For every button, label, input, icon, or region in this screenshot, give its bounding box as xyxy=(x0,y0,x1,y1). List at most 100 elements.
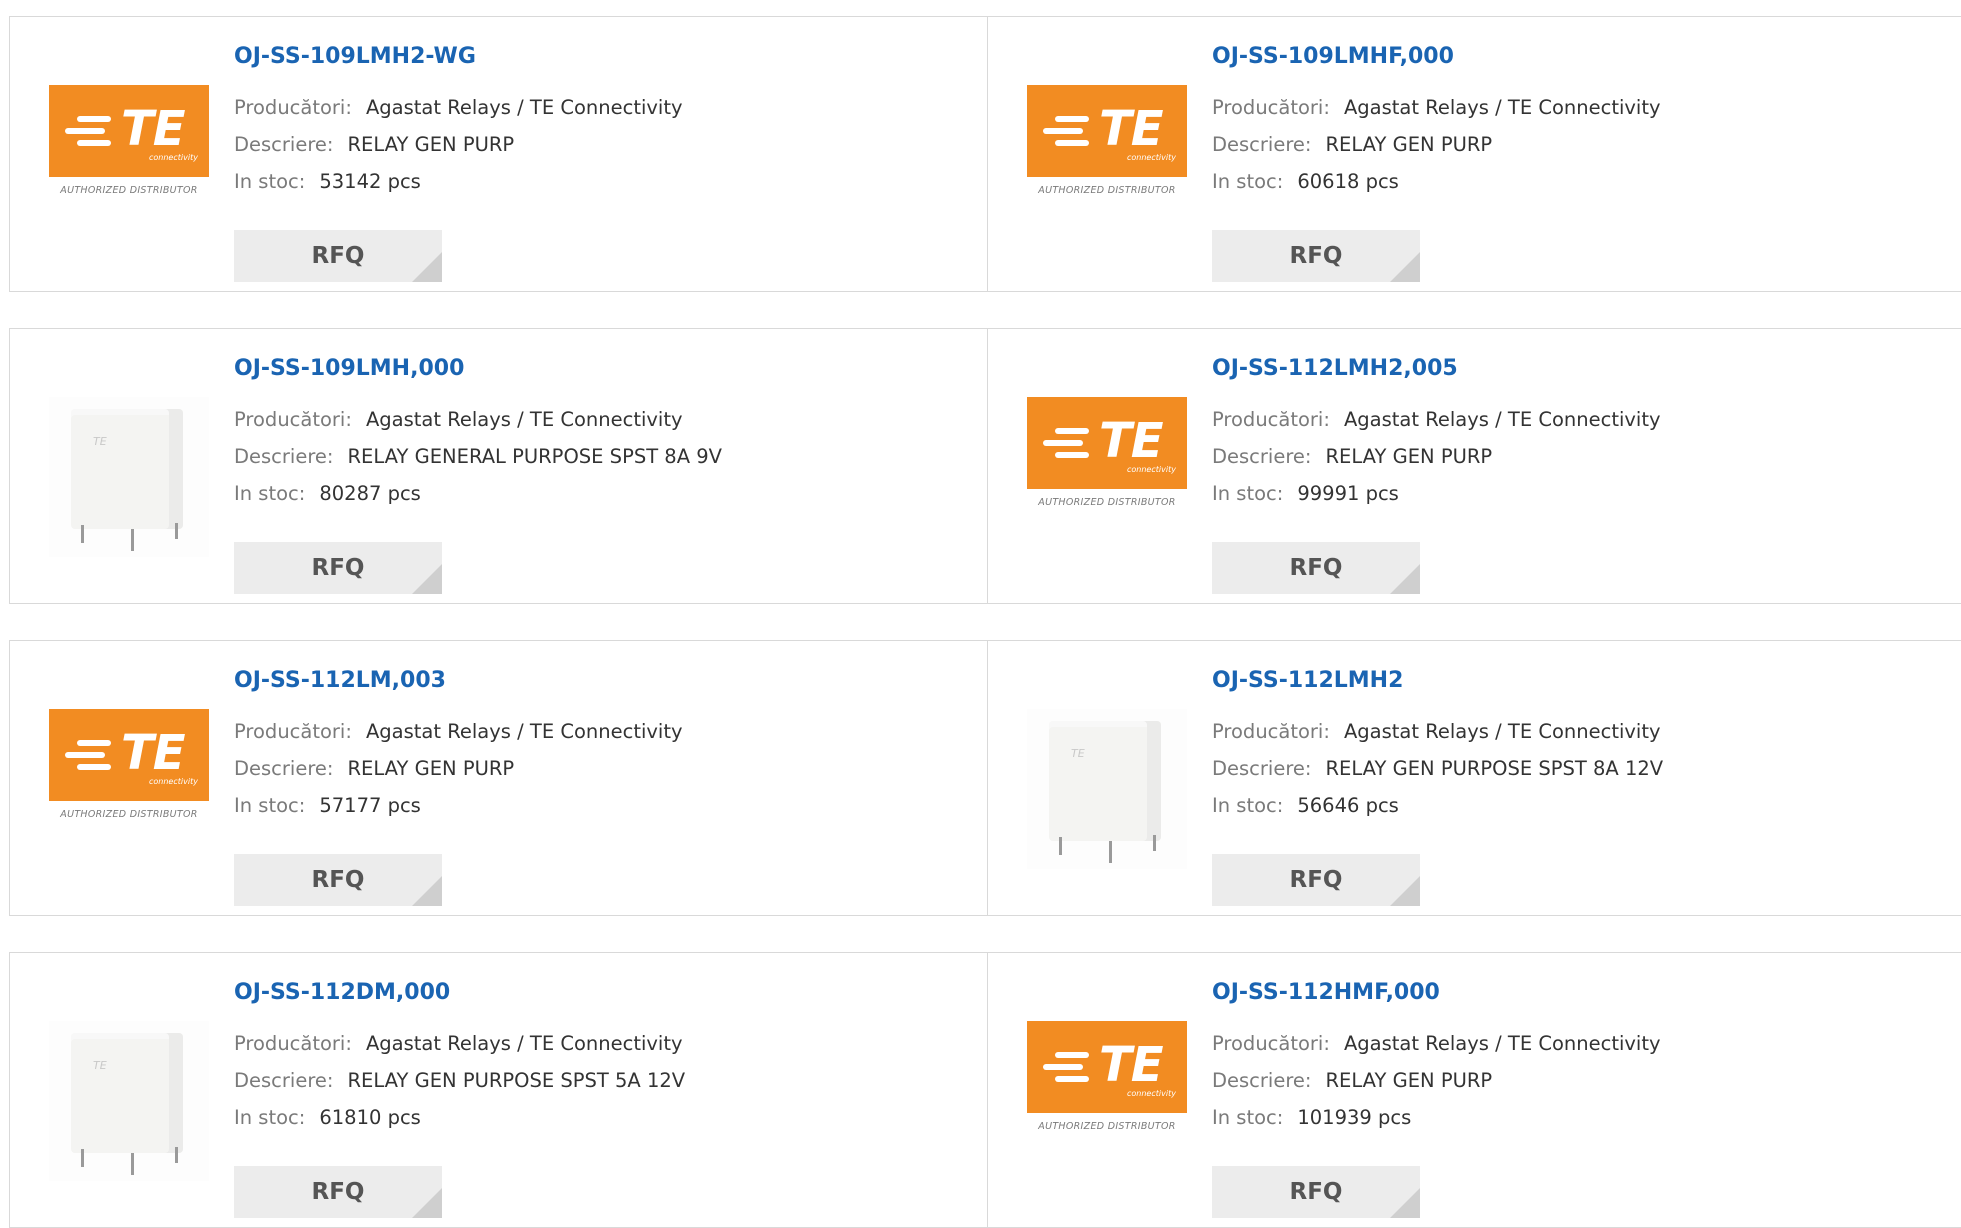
description-label: Descriere: xyxy=(1212,445,1312,468)
te-logo-subtitle: connectivity xyxy=(1127,465,1176,474)
product-thumbnail[interactable]: TE xyxy=(49,1021,209,1181)
rfq-button-label: RFQ xyxy=(1289,1179,1343,1205)
product-thumbnail[interactable]: TE connectivity AUTHORIZED DISTRIBUTOR xyxy=(49,709,209,869)
rfq-button[interactable]: RFQ xyxy=(1212,230,1420,282)
product-card: TE OJ-SS-109LMH,000 Producători: Agastat Re… xyxy=(9,328,989,604)
product-part-number-link[interactable]: OJ-SS-112LMH2,005 xyxy=(1212,356,1458,381)
product-card: TE connectivity AUTHORIZED DISTRIBUTOR OJ-S… xyxy=(987,952,1961,1228)
stock-value: 101939 pcs xyxy=(1297,1106,1412,1129)
product-part-number-link[interactable]: OJ-SS-109LMHF,000 xyxy=(1212,44,1454,69)
relay-pin xyxy=(81,1149,84,1167)
stock-row: In stoc: 60618 pcs xyxy=(1212,170,1399,193)
manufacturer-row: Producători: Agastat Relays / TE Connecti… xyxy=(1212,96,1661,119)
manufacturer-value: Agastat Relays / TE Connectivity xyxy=(365,96,683,119)
manufacturer-row: Producători: Agastat Relays / TE Connecti… xyxy=(1212,720,1661,743)
authorized-distributor-text: AUTHORIZED DISTRIBUTOR xyxy=(1038,1121,1176,1132)
description-value: RELAY GEN PURP xyxy=(1325,445,1493,468)
manufacturer-value: Agastat Relays / TE Connectivity xyxy=(365,1032,683,1055)
description-label: Descriere: xyxy=(234,1069,334,1092)
rfq-button[interactable]: RFQ xyxy=(1212,854,1420,906)
te-logo-orange-panel: TE connectivity xyxy=(1027,85,1187,177)
te-logo-bars-icon xyxy=(1043,428,1093,458)
manufacturer-label: Producători: xyxy=(1212,96,1330,119)
manufacturer-label: Producători: xyxy=(234,408,352,431)
stock-value: 80287 pcs xyxy=(319,482,421,505)
authorized-distributor-text: AUTHORIZED DISTRIBUTOR xyxy=(60,809,198,820)
te-logo-bars-icon xyxy=(65,116,115,146)
relay-body xyxy=(1049,721,1161,841)
rfq-button[interactable]: RFQ xyxy=(234,230,442,282)
product-thumbnail[interactable]: TE connectivity AUTHORIZED DISTRIBUTOR xyxy=(1027,85,1187,245)
product-thumbnail[interactable]: TE xyxy=(1027,709,1187,869)
manufacturer-row: Producători: Agastat Relays / TE Connecti… xyxy=(234,720,683,743)
relay-product-image: TE xyxy=(1027,709,1187,869)
rfq-button[interactable]: RFQ xyxy=(1212,542,1420,594)
stock-label: In stoc: xyxy=(1212,794,1284,817)
stock-row: In stoc: 80287 pcs xyxy=(234,482,421,505)
rfq-button[interactable]: RFQ xyxy=(234,854,442,906)
stock-value: 56646 pcs xyxy=(1297,794,1399,817)
te-connectivity-logo: TE connectivity AUTHORIZED DISTRIBUTOR xyxy=(1027,1021,1187,1181)
te-logo-subtitle: connectivity xyxy=(1127,1089,1176,1098)
rfq-corner-triangle xyxy=(412,564,442,594)
rfq-corner-triangle xyxy=(1390,876,1420,906)
stock-row: In stoc: 57177 pcs xyxy=(234,794,421,817)
te-logo-subtitle: connectivity xyxy=(149,153,198,162)
stock-value: 61810 pcs xyxy=(319,1106,421,1129)
rfq-button[interactable]: RFQ xyxy=(1212,1166,1420,1218)
stock-row: In stoc: 99991 pcs xyxy=(1212,482,1399,505)
stock-value: 53142 pcs xyxy=(319,170,421,193)
relay-marking: TE xyxy=(1071,747,1085,760)
relay-pin xyxy=(175,523,178,539)
stock-value: 99991 pcs xyxy=(1297,482,1399,505)
description-value: RELAY GEN PURP xyxy=(347,757,515,780)
manufacturer-label: Producători: xyxy=(1212,1032,1330,1055)
product-card: TE connectivity AUTHORIZED DISTRIBUTOR OJ-S… xyxy=(9,640,989,916)
product-part-number-link[interactable]: OJ-SS-112DM,000 xyxy=(234,980,450,1005)
stock-value: 57177 pcs xyxy=(319,794,421,817)
description-row: Descriere: RELAY GEN PURP xyxy=(234,133,514,156)
rfq-button-label: RFQ xyxy=(1289,555,1343,581)
relay-pin xyxy=(131,529,134,551)
rfq-button-label: RFQ xyxy=(311,1179,365,1205)
manufacturer-row: Producători: Agastat Relays / TE Connecti… xyxy=(234,96,683,119)
description-label: Descriere: xyxy=(1212,757,1312,780)
rfq-button-label: RFQ xyxy=(1289,243,1343,269)
description-value: RELAY GENERAL PURPOSE SPST 8A 9V xyxy=(347,445,723,468)
manufacturer-row: Producători: Agastat Relays / TE Connecti… xyxy=(234,408,683,431)
rfq-corner-triangle xyxy=(1390,1188,1420,1218)
relay-product-image: TE xyxy=(49,397,209,557)
te-connectivity-logo: TE connectivity AUTHORIZED DISTRIBUTOR xyxy=(49,85,209,245)
rfq-button-label: RFQ xyxy=(311,243,365,269)
description-row: Descriere: RELAY GEN PURPOSE SPST 5A 12V xyxy=(234,1069,685,1092)
product-grid: TE connectivity AUTHORIZED DISTRIBUTOR OJ-S… xyxy=(0,0,1961,1228)
rfq-button[interactable]: RFQ xyxy=(234,1166,442,1218)
product-part-number-link[interactable]: OJ-SS-112HMF,000 xyxy=(1212,980,1440,1005)
manufacturer-row: Producători: Agastat Relays / TE Connecti… xyxy=(234,1032,683,1055)
rfq-corner-triangle xyxy=(412,876,442,906)
te-logo-orange-panel: TE connectivity xyxy=(49,85,209,177)
relay-pin xyxy=(131,1153,134,1175)
description-label: Descriere: xyxy=(234,133,334,156)
relay-pin xyxy=(1109,841,1112,863)
manufacturer-label: Producători: xyxy=(234,96,352,119)
product-part-number-link[interactable]: OJ-SS-109LMH2-WG xyxy=(234,44,476,69)
product-card: TE OJ-SS-112DM,000 Producători: Agastat Rel… xyxy=(9,952,989,1228)
product-thumbnail[interactable]: TE connectivity AUTHORIZED DISTRIBUTOR xyxy=(1027,1021,1187,1181)
rfq-button-label: RFQ xyxy=(311,555,365,581)
product-thumbnail[interactable]: TE connectivity AUTHORIZED DISTRIBUTOR xyxy=(1027,397,1187,557)
te-connectivity-logo: TE connectivity AUTHORIZED DISTRIBUTOR xyxy=(49,709,209,869)
product-part-number-link[interactable]: OJ-SS-109LMH,000 xyxy=(234,356,464,381)
authorized-distributor-text: AUTHORIZED DISTRIBUTOR xyxy=(60,185,198,196)
te-logo-bars-icon xyxy=(65,740,115,770)
product-thumbnail[interactable]: TE connectivity AUTHORIZED DISTRIBUTOR xyxy=(49,85,209,245)
product-thumbnail[interactable]: TE xyxy=(49,397,209,557)
rfq-button[interactable]: RFQ xyxy=(234,542,442,594)
relay-marking: TE xyxy=(93,1059,107,1072)
product-part-number-link[interactable]: OJ-SS-112LM,003 xyxy=(234,668,446,693)
product-part-number-link[interactable]: OJ-SS-112LMH2 xyxy=(1212,668,1403,693)
product-card: TE connectivity AUTHORIZED DISTRIBUTOR OJ-S… xyxy=(987,16,1961,292)
te-logo-orange-panel: TE connectivity xyxy=(1027,397,1187,489)
stock-row: In stoc: 101939 pcs xyxy=(1212,1106,1411,1129)
rfq-corner-triangle xyxy=(1390,564,1420,594)
